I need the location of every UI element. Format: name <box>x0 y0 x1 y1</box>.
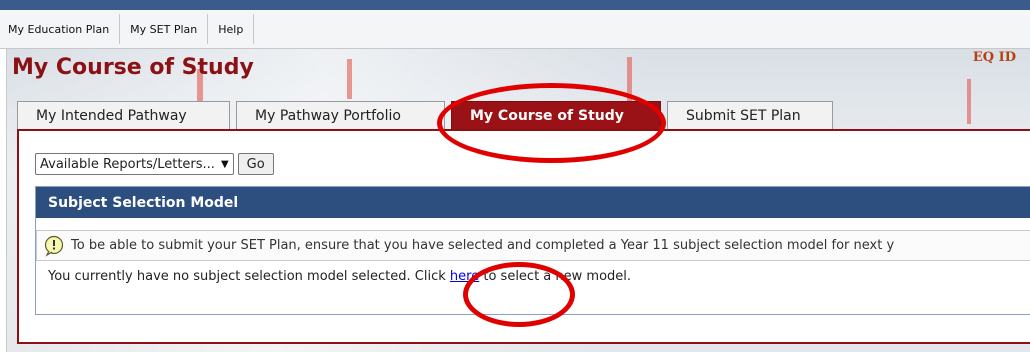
subject-selection-panel: Subject Selection Model To be able to su… <box>35 186 1030 315</box>
top-menu-bar: My Education Plan My SET Plan Help <box>0 10 1030 49</box>
tab-my-course-of-study[interactable]: My Course of Study <box>451 101 661 129</box>
banner-decoration <box>967 79 971 124</box>
menu-help[interactable]: Help <box>208 14 255 44</box>
eq-id-label: EQ ID <box>972 50 1016 65</box>
chevron-down-icon: ▼ <box>220 158 229 170</box>
tab-my-pathway-portfolio[interactable]: My Pathway Portfolio <box>236 101 445 129</box>
model-status: You currently have no subject selection … <box>36 269 1030 284</box>
go-button[interactable]: Go <box>237 153 274 175</box>
banner-decoration <box>347 59 352 99</box>
status-text: You currently have no subject selection … <box>48 269 446 284</box>
tab-bar: My Intended Pathway My Pathway Portfolio… <box>17 101 833 130</box>
status-suffix: to select a new model. <box>483 269 632 284</box>
tab-my-intended-pathway[interactable]: My Intended Pathway <box>17 101 230 129</box>
top-strip <box>0 0 1030 10</box>
tab-panel: Available Reports/Letters... ▼ Go Subjec… <box>17 129 1030 344</box>
subject-selection-header: Subject Selection Model <box>36 187 1030 218</box>
report-select-row: Available Reports/Letters... ▼ Go <box>35 153 274 175</box>
info-notice: To be able to submit your SET Plan, ensu… <box>36 230 1030 261</box>
tab-submit-set-plan[interactable]: Submit SET Plan <box>667 101 833 129</box>
reports-select-value: Available Reports/Letters... <box>40 156 215 172</box>
page-title: My Course of Study <box>12 55 254 80</box>
select-model-link[interactable]: here <box>450 269 479 284</box>
subject-selection-body: To be able to submit your SET Plan, ensu… <box>36 218 1030 284</box>
notice-text: To be able to submit your SET Plan, ensu… <box>71 238 895 253</box>
menu-my-education-plan[interactable]: My Education Plan <box>0 14 121 44</box>
reports-select[interactable]: Available Reports/Letters... ▼ <box>35 153 234 175</box>
menu-my-set-plan[interactable]: My SET Plan <box>120 14 209 44</box>
info-bubble-icon <box>44 235 64 257</box>
